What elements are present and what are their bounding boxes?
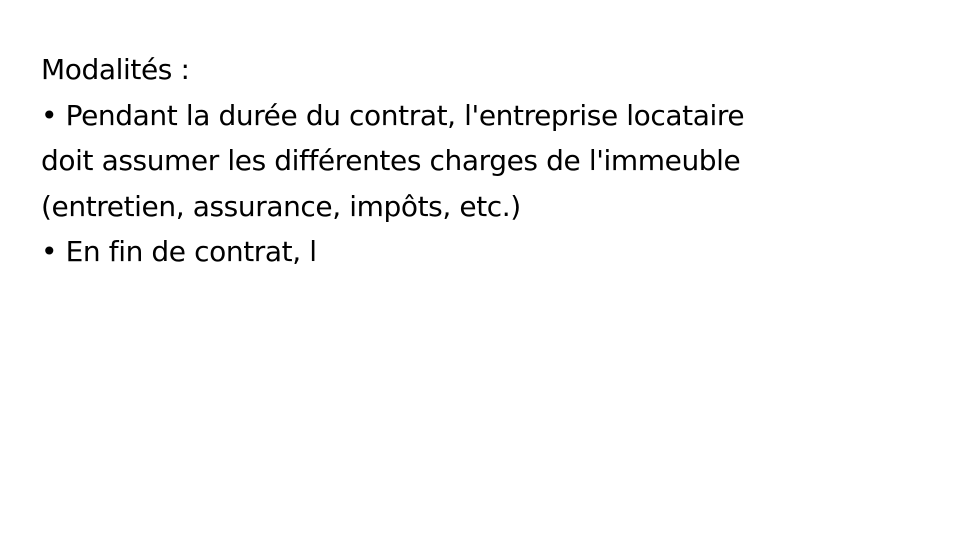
bullet-1-line-2: doit assumer les différentes charges de … <box>41 144 741 177</box>
slide: Modalités : • Pendant la durée du contra… <box>0 0 960 540</box>
slide-text-body: Modalités : • Pendant la durée du contra… <box>41 47 921 275</box>
bullet-1-line-3: (entretien, assurance, impôts, etc.) <box>41 189 521 223</box>
bullet-1-line-1: • Pendant la durée du contrat, l'entrepr… <box>41 98 745 132</box>
slide-heading: Modalités : <box>41 53 190 86</box>
bullet-2-line-1: • En fin de contrat, l <box>41 235 317 268</box>
